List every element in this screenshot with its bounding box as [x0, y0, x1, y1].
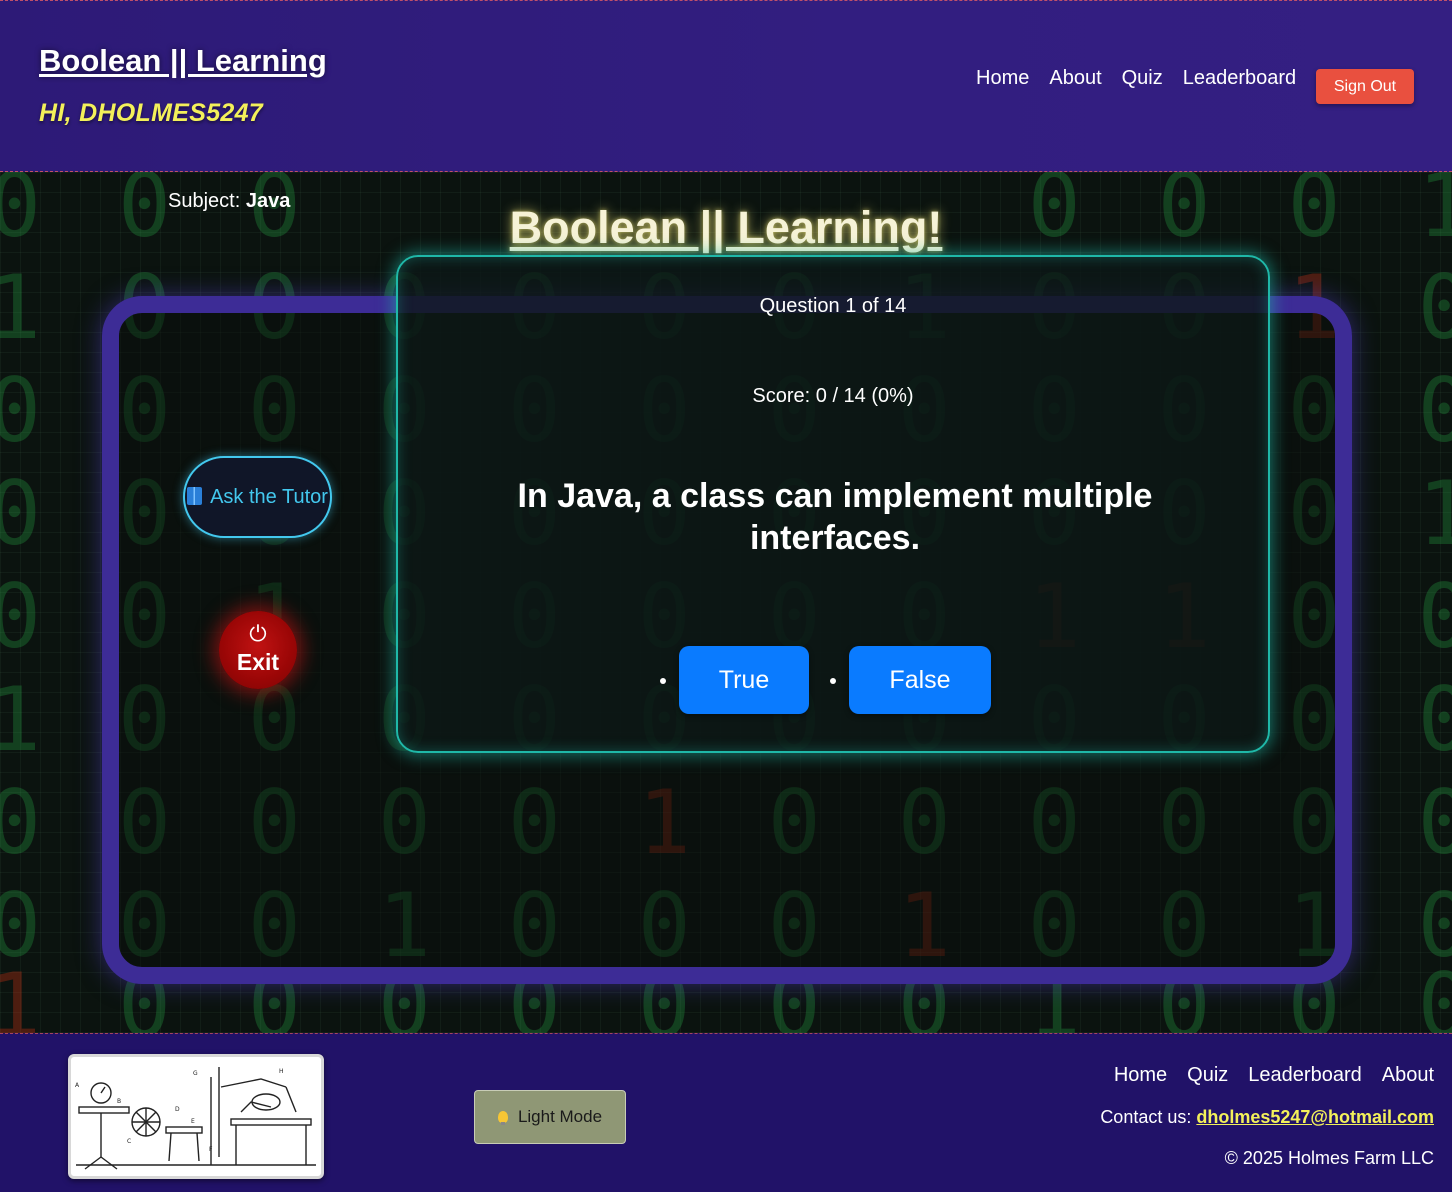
- nav-about[interactable]: About: [1049, 67, 1101, 90]
- contact-label: Contact us:: [1100, 1107, 1192, 1127]
- footer-nav: Home Quiz Leaderboard About: [1094, 1064, 1434, 1087]
- nav-home[interactable]: Home: [976, 67, 1029, 90]
- question-text: In Java, a class can implement multiple …: [517, 477, 1153, 557]
- answer-true-button[interactable]: True: [679, 646, 809, 714]
- svg-text:A: A: [75, 1082, 80, 1089]
- book-icon: [187, 486, 203, 505]
- nav-leaderboard[interactable]: Leaderboard: [1183, 67, 1296, 90]
- svg-text:C: C: [127, 1138, 131, 1145]
- top-nav: Home About Quiz Leaderboard: [976, 67, 1316, 90]
- lightbulb-icon: [497, 1111, 508, 1125]
- brand-link[interactable]: Boolean || Learning: [39, 43, 327, 79]
- contact-email-link[interactable]: dholmes5247@hotmail.com: [1196, 1107, 1434, 1127]
- question-card: Question 1 of 14 Score: 0 / 14 (0%) In J…: [396, 255, 1270, 753]
- nav-quiz[interactable]: Quiz: [1122, 67, 1163, 90]
- list-bullet: [660, 678, 666, 684]
- ask-tutor-button[interactable]: Ask the Tutor: [183, 456, 332, 538]
- exit-button[interactable]: ⏻ Exit: [219, 611, 297, 689]
- subject-label-text: Subject:: [168, 190, 241, 212]
- site-header: Boolean || Learning HI, DHOLMES5247 Home…: [0, 0, 1452, 172]
- copyright-text: © 2025 Holmes Farm LLC: [1224, 1148, 1434, 1168]
- subject-label: Subject: Java: [168, 190, 290, 213]
- list-bullet: [830, 678, 836, 684]
- power-icon: ⏻: [249, 621, 267, 647]
- svg-text:D: D: [175, 1106, 180, 1113]
- svg-text:E: E: [191, 1118, 195, 1125]
- footer-logo: A B C D E F G H: [68, 1054, 324, 1179]
- user-greeting: HI, DHOLMES5247: [39, 99, 264, 127]
- subject-value: Java: [245, 190, 291, 212]
- light-mode-button[interactable]: Light Mode: [474, 1090, 626, 1144]
- light-mode-label: Light Mode: [517, 1107, 603, 1126]
- answer-false-button[interactable]: False: [849, 646, 991, 714]
- footer-nav-about[interactable]: About: [1382, 1064, 1434, 1087]
- footer-nav-leaderboard[interactable]: Leaderboard: [1248, 1064, 1361, 1087]
- footer-nav-quiz[interactable]: Quiz: [1187, 1064, 1228, 1087]
- sign-out-button[interactable]: Sign Out: [1316, 69, 1414, 104]
- ask-tutor-label: Ask the Tutor: [187, 486, 328, 509]
- exit-label: Exit: [236, 648, 280, 675]
- contact-line: Contact us: dholmes5247@hotmail.com: [1100, 1107, 1434, 1128]
- ask-tutor-text: Ask the Tutor: [210, 485, 328, 508]
- question-progress: Question 1 of 14: [759, 295, 907, 317]
- svg-text:B: B: [117, 1098, 121, 1105]
- svg-text:F: F: [209, 1146, 213, 1153]
- site-footer: A B C D E F G H Light Mode Home Quiz Leaderbo…: [0, 1033, 1452, 1192]
- rube-goldberg-illustration: A B C D E F G H: [75, 1067, 316, 1170]
- footer-nav-home[interactable]: Home: [1114, 1064, 1167, 1087]
- svg-text:H: H: [279, 1068, 284, 1075]
- svg-text:G: G: [193, 1070, 198, 1077]
- score-display: Score: 0 / 14 (0%): [752, 385, 914, 407]
